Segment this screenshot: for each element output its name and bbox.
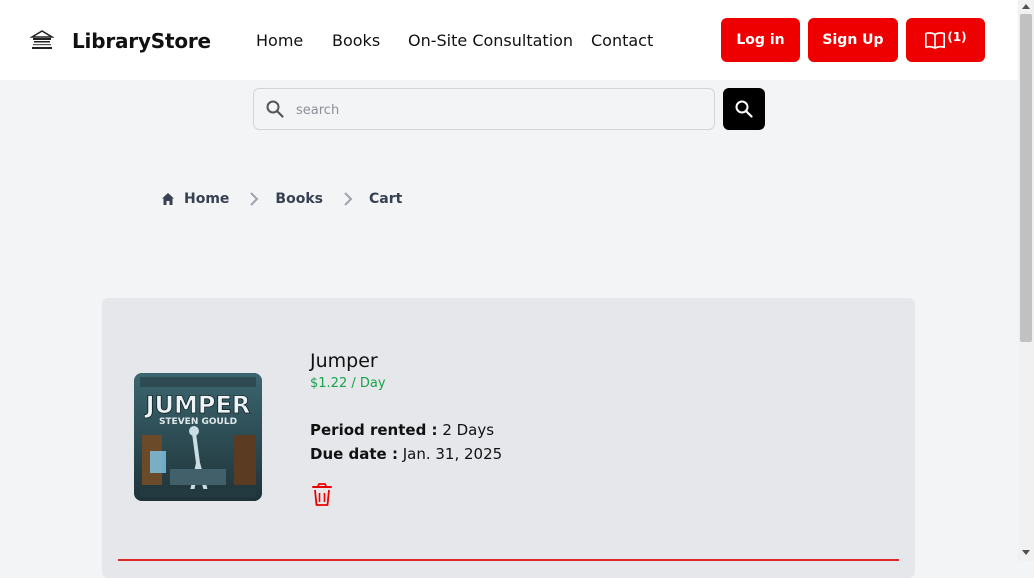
- nav-books[interactable]: Books: [332, 31, 380, 50]
- breadcrumb-books[interactable]: Books: [275, 191, 323, 207]
- nav-contact[interactable]: Contact: [591, 31, 653, 50]
- breadcrumb: Home Books Cart: [161, 189, 402, 209]
- login-button[interactable]: Log in: [721, 18, 800, 62]
- scroll-thumb[interactable]: [1020, 14, 1032, 342]
- book-price: $1.22 / Day: [310, 376, 386, 391]
- due-date-label: Due date :: [310, 445, 398, 463]
- book-cover-image[interactable]: JUMPER STEVEN GOULD: [134, 373, 262, 501]
- due-date: Due date : Jan. 31, 2025: [310, 445, 502, 463]
- nav-on-site-consultation[interactable]: On-Site Consultation: [408, 31, 573, 50]
- signup-button[interactable]: Sign Up: [808, 18, 898, 62]
- book-title[interactable]: Jumper: [310, 350, 378, 372]
- brand-name[interactable]: LibraryStore: [72, 29, 211, 53]
- period-rented: Period rented : 2 Days: [310, 421, 494, 439]
- cart-button[interactable]: (1): [906, 18, 985, 62]
- due-date-value: Jan. 31, 2025: [402, 445, 503, 463]
- search-icon: [266, 100, 284, 118]
- chevron-right-icon: [344, 192, 353, 206]
- nav-home[interactable]: Home: [256, 31, 303, 50]
- chevron-right-icon: [250, 192, 259, 206]
- top-navbar: LibraryStore Home Books On-Site Consulta…: [0, 0, 1018, 80]
- cover-author-text: STEVEN GOULD: [159, 417, 237, 427]
- breadcrumb-cart: Cart: [368, 191, 403, 207]
- scroll-up-arrow-icon[interactable]: [1022, 4, 1030, 9]
- open-book-icon: [925, 32, 946, 50]
- search-icon: [735, 100, 753, 118]
- search-button[interactable]: [723, 88, 765, 130]
- trash-icon[interactable]: [311, 483, 333, 507]
- period-rented-value: 2 Days: [442, 421, 495, 439]
- home-icon: [162, 193, 174, 205]
- period-rented-label: Period rented :: [310, 421, 438, 439]
- breadcrumb-home[interactable]: Home: [184, 191, 229, 207]
- page-scrollbar[interactable]: [1018, 0, 1034, 561]
- search-bar: [253, 88, 715, 130]
- library-logo-icon[interactable]: [30, 29, 54, 51]
- search-input[interactable]: [294, 97, 698, 123]
- cart-count-badge: (1): [947, 30, 967, 44]
- cover-title-text: JUMPER: [144, 391, 251, 419]
- scroll-down-arrow-icon[interactable]: [1022, 550, 1030, 555]
